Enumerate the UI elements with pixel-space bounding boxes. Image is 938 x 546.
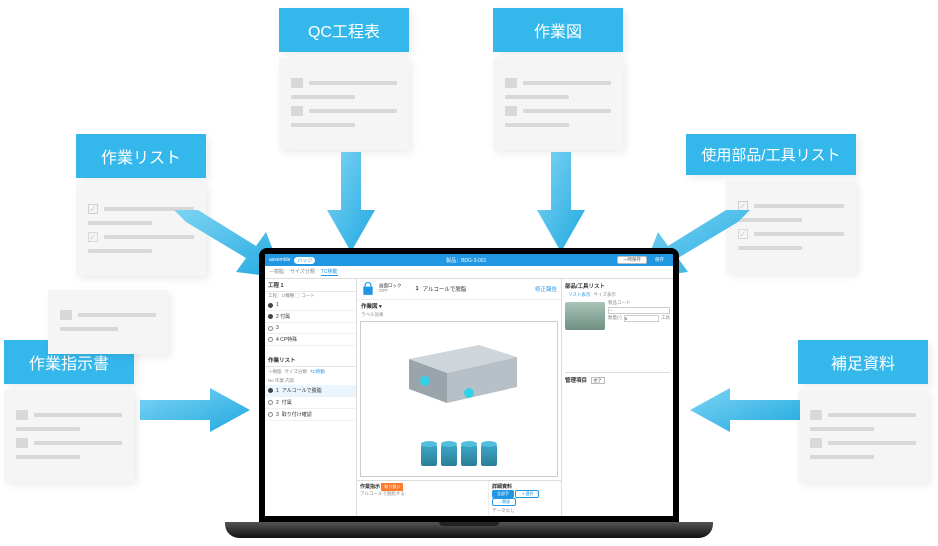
save-button[interactable]: 保存 — [650, 256, 669, 264]
right-panel: 部品/工具リスト リスト表示 サイズ表示 製品コード 数量(*) — [561, 279, 673, 516]
card-qc-label: QC工程表 — [279, 8, 409, 52]
mid-panel: 画面ロック OFF 1 アルコールで脱脂 修正報告 作業図 ▾ ラベル効果 — [357, 279, 561, 516]
tab-c[interactable]: TC移動 — [321, 268, 338, 276]
card-instr: 作業指示書 — [4, 340, 134, 482]
mgmt-header: 管理項目 — [565, 378, 587, 384]
task-no: 1 — [416, 286, 419, 292]
task-cols: No 作業 内容 — [265, 377, 356, 385]
tab-b[interactable]: サイズ分類 — [290, 268, 315, 276]
card-suppl-label: 補足資料 — [798, 340, 928, 384]
proc-row[interactable]: 3 — [265, 323, 356, 334]
task-row[interactable]: 3取り付け確認 — [265, 409, 356, 421]
doc-icon — [493, 58, 623, 150]
mgmt-check[interactable]: 完了 — [591, 377, 605, 384]
code-input[interactable] — [608, 307, 670, 314]
cylinders — [421, 444, 497, 466]
card-diagram-label: 作業図 — [493, 8, 623, 52]
qty-input[interactable] — [624, 315, 659, 322]
left-panel: 工程 1 工程：1/機種 ▢ コート 1 2 付属 3 4 CP特殊 作業リスト… — [265, 279, 357, 516]
product-label: 製品：BDG-3-001 — [446, 257, 486, 264]
viewer-title[interactable]: 作業図 ▾ — [357, 300, 561, 312]
detail-tab-all[interactable]: 全部手 — [492, 490, 514, 498]
process-sub: 工程：1/機種 ▢ コート — [265, 292, 356, 300]
proc-row[interactable]: 1 — [265, 300, 356, 311]
task-row[interactable]: 1アルコールで脱脂 — [265, 385, 356, 397]
no-data: データなし — [492, 508, 558, 514]
part-thumbnail[interactable] — [565, 302, 605, 330]
detail-tab-part[interactable]: ＋選択 — [515, 490, 539, 498]
proc-row[interactable]: 2 付属 — [265, 311, 356, 323]
badge: バッジ — [294, 257, 315, 264]
fix-report-link[interactable]: 修正報告 — [535, 285, 557, 293]
proc-row[interactable]: 4 CP特殊 — [265, 334, 356, 346]
viewer-sub: ラベル効果 — [357, 312, 561, 318]
card-qc: QC工程表 — [279, 8, 409, 150]
tab-a[interactable]: －樹脂 — [269, 268, 284, 276]
doc-icon — [48, 290, 168, 354]
subtabs: －樹脂 サイズ分類 TC移動 — [265, 266, 673, 279]
laptop-bezel: assemble バッジ 製品：BDG-3-001 一時保存 保存 －樹脂 サイ… — [259, 248, 679, 522]
app-screen: assemble バッジ 製品：BDG-3-001 一時保存 保存 －樹脂 サイ… — [265, 254, 673, 516]
app-brand: assemble — [269, 257, 290, 263]
arrow-down-icon — [537, 152, 585, 252]
instr-text: アルコールで脱脂する — [360, 491, 485, 497]
laptop-base — [225, 522, 713, 538]
doc-icon — [4, 390, 134, 482]
lock-icon — [361, 282, 375, 296]
code-label: 製品コード — [608, 300, 670, 306]
3d-viewer[interactable] — [360, 321, 558, 477]
card-parts-label: 使用部品/工具リスト — [686, 134, 856, 175]
qty-unit: 工具 — [661, 315, 670, 322]
card-tasklist-label: 作業リスト — [76, 134, 206, 178]
card-diagram: 作業図 — [493, 8, 623, 150]
doc-icon — [798, 390, 928, 482]
laptop-notch — [439, 522, 499, 526]
app-topbar: assemble バッジ 製品：BDG-3-001 一時保存 保存 — [265, 254, 673, 266]
task-row[interactable]: 2付属 — [265, 397, 356, 409]
mid-bottom: 作業指示 取り扱い アルコールで脱脂する 詳細資料 全部手 ＋選択 →関連 デー… — [357, 480, 561, 516]
mid-header: 画面ロック OFF 1 アルコールで脱脂 修正報告 — [357, 279, 561, 300]
lock-sub: OFF — [379, 289, 402, 294]
process-header: 工程 1 — [265, 279, 356, 292]
instr-tag: 取り扱い — [381, 483, 403, 491]
detail-tab-link[interactable]: →関連 — [492, 498, 516, 506]
parts-chip-b[interactable]: サイズ表示 — [594, 292, 616, 298]
tasklist-chips: ＋樹脂 サイズ分類 TC移動 — [265, 367, 356, 377]
tasklist-header: 作業リスト — [265, 354, 356, 367]
pause-button[interactable]: 一時保存 — [617, 256, 647, 264]
doc-icon — [279, 58, 409, 150]
task-title: アルコールで脱脂 — [423, 285, 467, 293]
instr-header: 作業指示 — [360, 484, 380, 490]
parts-chip-a[interactable]: リスト表示 — [568, 292, 591, 298]
card-suppl: 補足資料 — [798, 340, 928, 482]
3d-box-icon — [399, 339, 519, 409]
qty-label: 数量(*) — [608, 315, 622, 322]
parts-header: 部品/工具リスト — [565, 284, 605, 290]
laptop: assemble バッジ 製品：BDG-3-001 一時保存 保存 －樹脂 サイ… — [225, 248, 713, 538]
arrow-down-icon — [327, 152, 375, 252]
